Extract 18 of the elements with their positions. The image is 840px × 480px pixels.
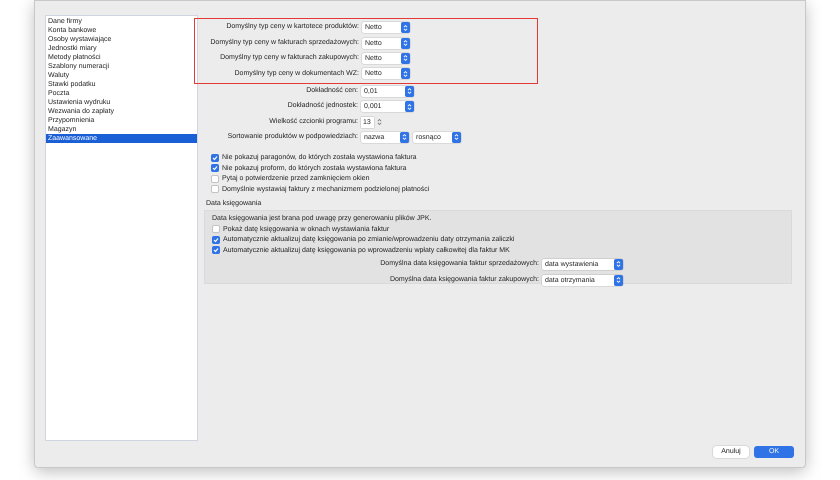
checkbox[interactable] xyxy=(211,154,219,162)
up-down-arrows-icon xyxy=(616,260,621,268)
checkbox[interactable] xyxy=(212,225,220,234)
checkbox[interactable] xyxy=(211,185,219,194)
checkbox[interactable] xyxy=(212,236,220,244)
up-down-arrows-icon xyxy=(403,24,408,32)
up-down-arrows-icon xyxy=(454,133,459,142)
checkbox[interactable] xyxy=(211,174,219,183)
up-down-arrows-icon xyxy=(403,39,408,48)
checkbox[interactable] xyxy=(211,164,219,172)
up-down-arrows-icon xyxy=(402,133,407,142)
up-down-arrows-icon xyxy=(403,70,408,78)
up-down-arrows-icon xyxy=(407,102,412,111)
up-down-arrows-icon xyxy=(407,87,412,96)
stepper-arrows-icon[interactable] xyxy=(377,117,382,128)
up-down-arrows-icon xyxy=(616,276,621,284)
up-down-arrows-icon xyxy=(403,54,408,62)
checkbox[interactable] xyxy=(212,246,220,254)
